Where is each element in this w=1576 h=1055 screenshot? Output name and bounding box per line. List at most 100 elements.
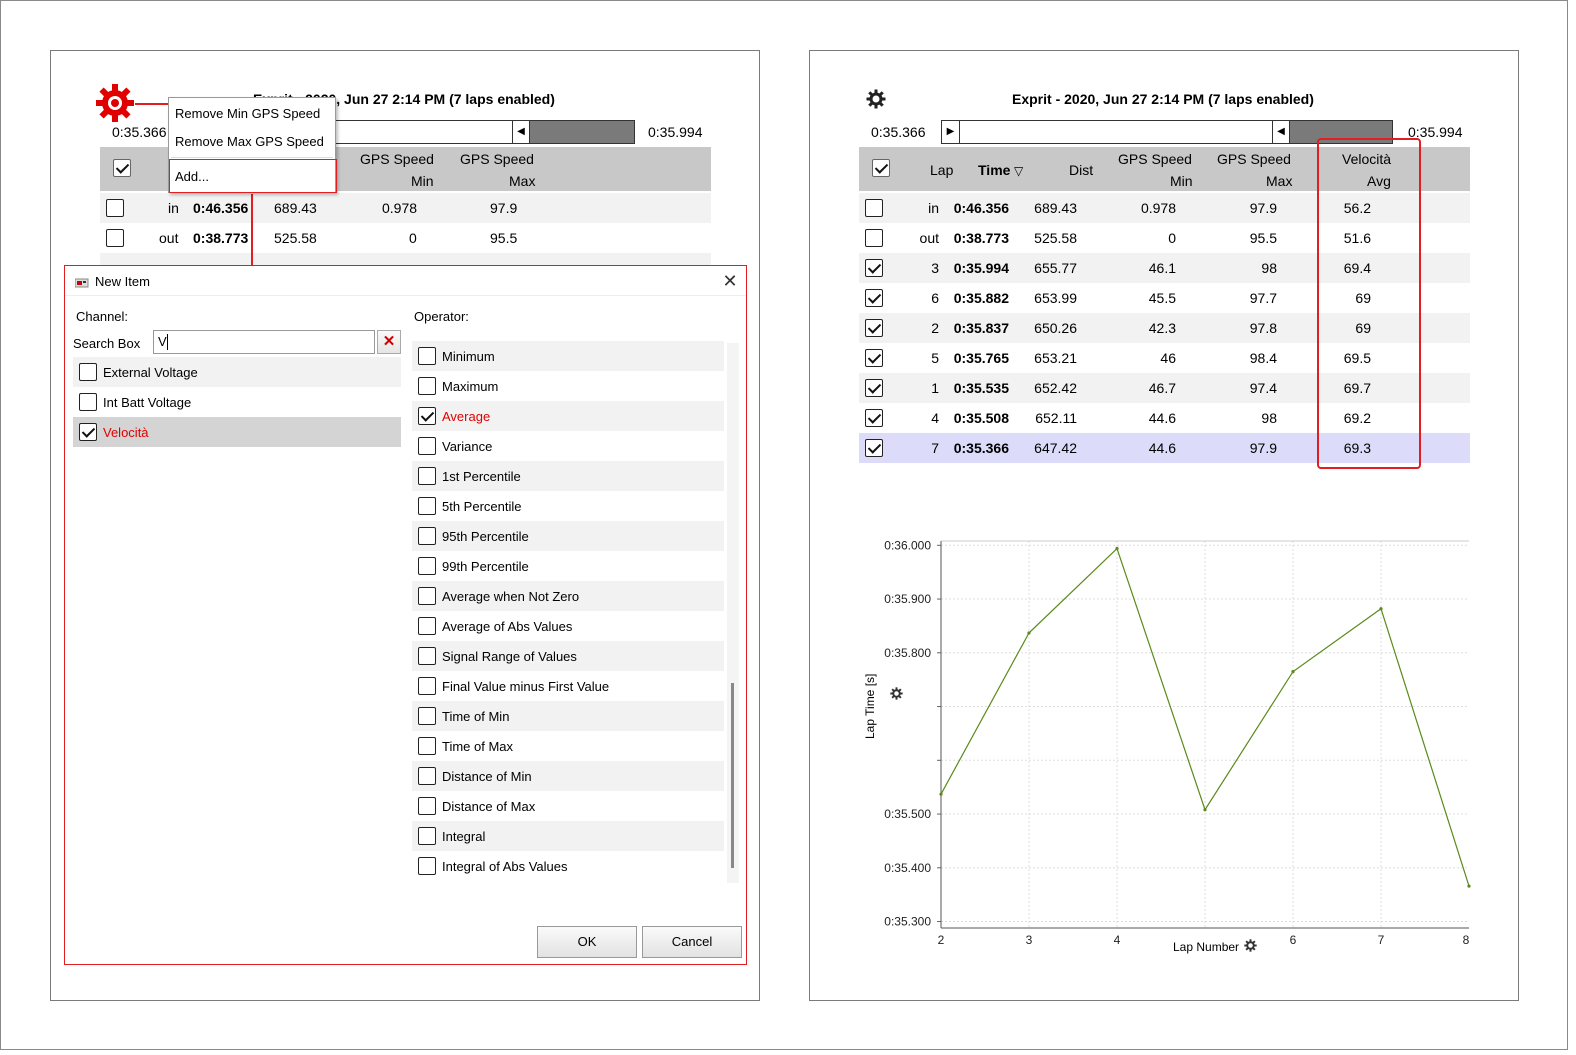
y-axis-title: Lap Time [s]	[863, 673, 877, 739]
table-row[interactable]: in 0:46.356 689.43 0.978 97.9	[100, 193, 711, 223]
operator-checkbox[interactable]	[418, 587, 436, 605]
channel-checkbox[interactable]	[79, 423, 97, 441]
menu-item-add[interactable]: Add...	[175, 169, 209, 184]
y-tick-label: 0:35.800	[884, 646, 931, 660]
cell-time: 0:38.773	[193, 230, 249, 246]
operator-item[interactable]: Distance of Max	[412, 791, 724, 821]
menu-item-remove-min[interactable]: Remove Min GPS Speed	[175, 106, 320, 121]
search-label: Search Box	[73, 336, 141, 351]
operator-item[interactable]: 1st Percentile	[412, 461, 724, 491]
operator-checkbox[interactable]	[418, 527, 436, 545]
operator-item-label: 95th Percentile	[442, 529, 529, 544]
operator-item[interactable]: Average	[412, 401, 724, 431]
operator-scrollbar-thumb[interactable]	[731, 683, 734, 868]
channel-item[interactable]: External Voltage	[73, 357, 401, 387]
operator-checkbox[interactable]	[418, 497, 436, 515]
operator-checkbox[interactable]	[418, 377, 436, 395]
operator-checkbox[interactable]	[418, 347, 436, 365]
operator-item[interactable]: Integral of Abs Values	[412, 851, 724, 881]
data-point	[939, 792, 943, 796]
text-cursor	[167, 334, 168, 350]
operator-checkbox[interactable]	[418, 707, 436, 725]
operator-item-label: Final Value minus First Value	[442, 679, 610, 694]
row-checkbox[interactable]	[106, 199, 124, 217]
operator-item-label: Variance	[442, 439, 493, 454]
operator-item-label: Time of Min	[442, 709, 510, 724]
operator-item[interactable]: Distance of Min	[412, 761, 724, 791]
operator-label: Operator:	[414, 309, 469, 324]
y-tick-label: 0:35.300	[884, 915, 931, 929]
operator-item-label: Signal Range of Values	[442, 649, 577, 664]
operator-checkbox[interactable]	[418, 767, 436, 785]
cell-max: 97.9	[490, 200, 518, 216]
slider-thumb[interactable]	[530, 121, 634, 143]
col-gps-max-top[interactable]: GPS Speed	[460, 151, 534, 167]
operator-scrollbar-track[interactable]	[727, 343, 739, 883]
operator-item[interactable]: Minimum	[412, 341, 724, 371]
operator-item[interactable]: Time of Max	[412, 731, 724, 761]
settings-gear-icon[interactable]	[95, 83, 135, 123]
channel-checkbox[interactable]	[79, 363, 97, 381]
row-checkbox[interactable]	[106, 229, 124, 247]
operator-item[interactable]: Time of Min	[412, 701, 724, 731]
operator-checkbox[interactable]	[418, 467, 436, 485]
col-gps-min-bottom[interactable]: Min	[411, 173, 434, 189]
ok-button[interactable]: OK	[537, 926, 637, 958]
y-axis-gear-icon[interactable]	[890, 687, 903, 700]
x-axis-gear-icon[interactable]	[1244, 939, 1257, 952]
operator-list[interactable]: Minimum Maximum Average Variance 1st Percent…	[412, 341, 739, 886]
operator-item[interactable]: Final Value minus First Value	[412, 671, 724, 701]
operator-checkbox[interactable]	[418, 617, 436, 635]
dialog-title: New Item	[95, 274, 150, 289]
clear-search-button[interactable]: ✕	[377, 330, 401, 354]
x-tick-label: 6	[1290, 933, 1297, 947]
search-input[interactable]: V	[153, 330, 375, 354]
right-panel: Exprit - 2020, Jun 27 2:14 PM (7 laps en…	[809, 50, 1519, 1001]
operator-checkbox[interactable]	[418, 407, 436, 425]
operator-item[interactable]: 5th Percentile	[412, 491, 724, 521]
operator-item[interactable]: 95th Percentile	[412, 521, 724, 551]
operator-item-label: Average when Not Zero	[442, 589, 580, 604]
menu-item-remove-max[interactable]: Remove Max GPS Speed	[175, 134, 324, 149]
operator-checkbox[interactable]	[418, 797, 436, 815]
operator-checkbox[interactable]	[418, 437, 436, 455]
select-all-checkbox[interactable]	[113, 159, 131, 177]
close-icon[interactable]: ✕	[721, 272, 739, 290]
slider-right-handle[interactable]: ◀	[512, 121, 530, 143]
channel-item-selected[interactable]: Velocità	[73, 417, 401, 447]
new-item-dialog: New Item ✕ Channel: Operator: Search Box…	[64, 265, 747, 965]
operator-checkbox[interactable]	[418, 647, 436, 665]
y-tick-label: 0:35.500	[884, 807, 931, 821]
lap-time-chart[interactable]: 0:36.000 0:35.900 0:35.800 0:35.500 0:35.400…	[810, 51, 1520, 1002]
operator-item[interactable]: Integral	[412, 821, 724, 851]
operator-item[interactable]: Average of Abs Values	[412, 611, 724, 641]
operator-item-label: Integral	[442, 829, 486, 844]
table-row[interactable]: out 0:38.773 525.58 0 95.5	[100, 223, 711, 253]
operator-item[interactable]: Variance	[412, 431, 724, 461]
operator-item[interactable]: Average when Not Zero	[412, 581, 724, 611]
operator-checkbox[interactable]	[418, 857, 436, 875]
y-tick-label: 0:36.000	[884, 538, 931, 552]
channel-checkbox[interactable]	[79, 393, 97, 411]
operator-checkbox[interactable]	[418, 737, 436, 755]
y-tick-label: 0:35.900	[884, 592, 931, 606]
operator-item[interactable]: Maximum	[412, 371, 724, 401]
cell-dist: 525.58	[274, 230, 317, 246]
operator-checkbox[interactable]	[418, 557, 436, 575]
menu-separator	[171, 157, 333, 158]
col-gps-max-bottom[interactable]: Max	[509, 173, 535, 189]
menu-connector-line	[251, 194, 253, 266]
cell-lap: out	[159, 230, 179, 246]
cancel-button[interactable]: Cancel	[642, 926, 742, 958]
col-gps-min-top[interactable]: GPS Speed	[360, 151, 434, 167]
operator-checkbox[interactable]	[418, 677, 436, 695]
cell-min: 0	[409, 230, 417, 246]
data-point	[1027, 631, 1031, 635]
channel-item[interactable]: Int Batt Voltage	[73, 387, 401, 417]
app-icon	[74, 275, 89, 288]
operator-checkbox[interactable]	[418, 827, 436, 845]
operator-item[interactable]: 99th Percentile	[412, 551, 724, 581]
search-input-value: V	[158, 334, 167, 349]
data-point	[1379, 607, 1383, 611]
operator-item[interactable]: Signal Range of Values	[412, 641, 724, 671]
